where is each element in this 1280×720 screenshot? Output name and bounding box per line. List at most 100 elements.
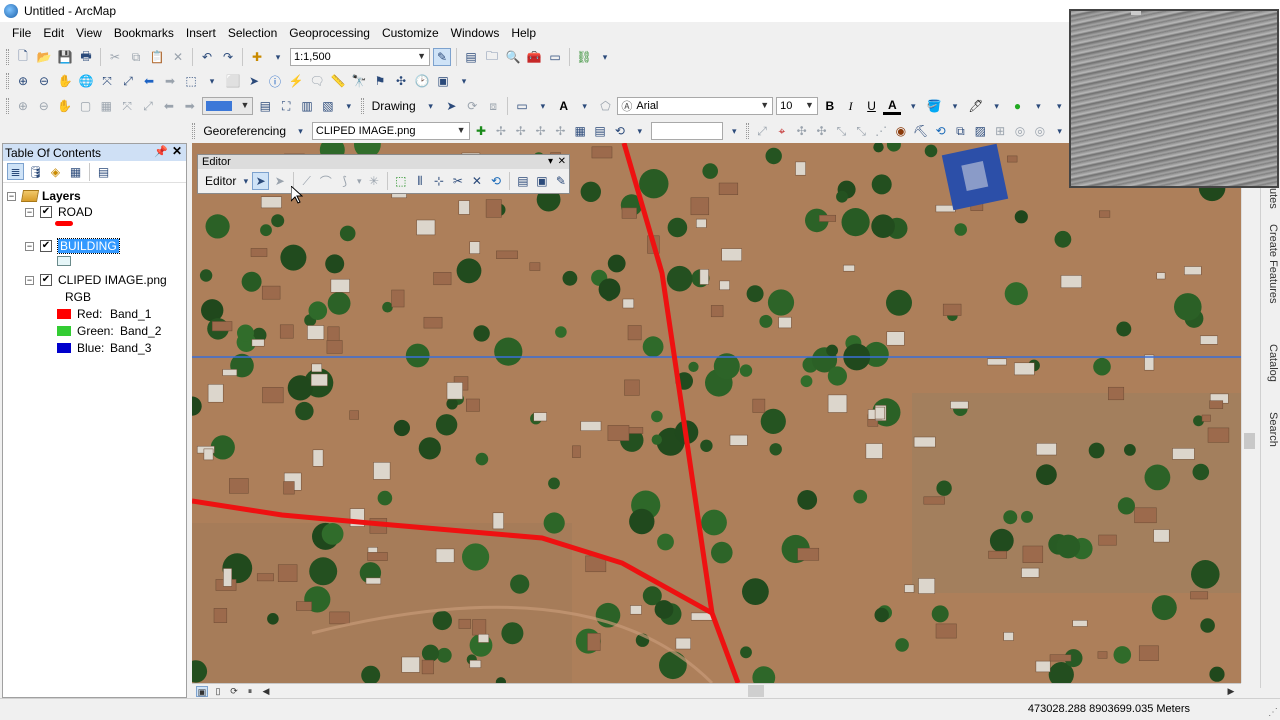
building-footprint[interactable] bbox=[401, 656, 420, 673]
building-footprint[interactable] bbox=[496, 250, 518, 259]
create-features-tab[interactable]: Create Features bbox=[1263, 224, 1279, 303]
building-footprint[interactable] bbox=[310, 373, 328, 387]
building-footprint[interactable] bbox=[478, 633, 490, 643]
band-row-green[interactable]: Green: Band_2 bbox=[57, 324, 161, 338]
road-symbol-row[interactable] bbox=[55, 221, 73, 226]
find-binoculars-icon[interactable]: 🔭 bbox=[350, 72, 368, 90]
cogo-area-icon[interactable]: ◎ bbox=[1031, 122, 1048, 140]
list-by-selection-icon[interactable]: ▦ bbox=[67, 163, 84, 180]
topology-rules-icon[interactable]: ⋰ bbox=[873, 122, 890, 140]
python-window-icon[interactable]: ▭ bbox=[546, 48, 564, 66]
toolbar-options-icon[interactable]: ▾ bbox=[1050, 97, 1068, 115]
building-footprint[interactable] bbox=[222, 369, 238, 376]
horizontal-scrollbar-thumb[interactable] bbox=[748, 685, 764, 697]
select-elements-icon[interactable]: ➤ bbox=[443, 97, 461, 115]
rectangle-dropdown-icon[interactable]: ▾ bbox=[534, 97, 552, 115]
trace-icon[interactable]: ⟆ bbox=[337, 172, 353, 190]
pin-icon[interactable]: 📌 bbox=[154, 145, 168, 158]
blue-band-swatch[interactable] bbox=[57, 343, 71, 353]
go-forward-arrow-icon[interactable]: ➡ bbox=[161, 72, 179, 90]
building-footprint[interactable] bbox=[624, 379, 640, 396]
collapse-icon[interactable]: − bbox=[25, 241, 34, 251]
building-footprint[interactable] bbox=[261, 285, 281, 300]
building-footprint[interactable] bbox=[886, 331, 905, 346]
layer-row-cliped-image[interactable]: − ✔ CLIPED IMAGE.png bbox=[25, 273, 167, 287]
arctoolbox-icon[interactable]: 🧰 bbox=[525, 48, 543, 66]
hyperlink-icon[interactable]: ⚡ bbox=[287, 72, 305, 90]
building-footprint[interactable] bbox=[203, 448, 214, 461]
scroll-right-icon[interactable]: ▶ bbox=[1225, 686, 1237, 697]
pan-hand-icon[interactable]: ✋ bbox=[56, 72, 74, 90]
band-row-red[interactable]: Red: Band_1 bbox=[57, 307, 151, 321]
modify-edge-icon[interactable]: ✣ bbox=[813, 122, 830, 140]
map-canvas[interactable] bbox=[192, 143, 1241, 683]
building-footprint[interactable] bbox=[250, 248, 268, 257]
toolbar-options-icon[interactable]: ▾ bbox=[726, 122, 743, 140]
building-footprint[interactable] bbox=[1200, 335, 1218, 345]
building-footprint[interactable] bbox=[211, 321, 233, 332]
building-footprint[interactable] bbox=[223, 568, 232, 587]
font-size-select[interactable]: 10 ▼ bbox=[776, 97, 818, 115]
building-footprint[interactable] bbox=[1098, 534, 1117, 546]
building-footprint[interactable] bbox=[987, 358, 1007, 366]
building-footprint[interactable] bbox=[696, 218, 707, 228]
georeferencing-value-input[interactable] bbox=[651, 122, 723, 140]
full-extent-globe-icon[interactable]: 🌐 bbox=[77, 72, 95, 90]
close-icon[interactable]: ✕ bbox=[558, 155, 566, 169]
building-footprint[interactable] bbox=[819, 214, 836, 222]
validate-topology-icon[interactable]: ◉ bbox=[892, 122, 909, 140]
building-footprint[interactable] bbox=[752, 398, 766, 413]
shift-georef-icon[interactable]: ✢ bbox=[512, 122, 529, 140]
building-footprint[interactable] bbox=[435, 548, 455, 563]
rotate-dropdown-icon[interactable]: ⟲ bbox=[611, 122, 628, 140]
building-footprint[interactable] bbox=[1035, 660, 1051, 673]
building-footprint[interactable] bbox=[1097, 651, 1108, 659]
building-footprint[interactable] bbox=[718, 182, 739, 195]
measure-icon[interactable]: 📏 bbox=[329, 72, 347, 90]
select-dropdown-icon[interactable]: ▾ bbox=[203, 72, 221, 90]
list-by-drawing-order-icon[interactable]: ≣ bbox=[7, 163, 24, 180]
georeferencing-layer-select[interactable]: CLIPED IMAGE.png ▼ bbox=[311, 122, 470, 140]
building-footprint[interactable] bbox=[421, 659, 434, 675]
layer-row-road[interactable]: − ✔ ROAD bbox=[25, 205, 93, 219]
collapse-icon[interactable]: − bbox=[7, 191, 16, 201]
font-name-select[interactable]: Ⓐ Arial ▼ bbox=[617, 97, 774, 115]
menu-windows[interactable]: Windows bbox=[445, 22, 506, 44]
building-footprint[interactable] bbox=[1060, 275, 1082, 289]
building-footprint[interactable] bbox=[675, 637, 691, 650]
building-footprint[interactable] bbox=[391, 289, 405, 308]
pause-drawing-icon[interactable]: ⏸ bbox=[244, 686, 256, 697]
building-footprint[interactable] bbox=[1207, 427, 1230, 443]
layer-visibility-checkbox[interactable]: ✔ bbox=[40, 240, 52, 252]
text-tool-icon[interactable]: A bbox=[555, 97, 573, 115]
search-window-icon[interactable]: 🔍 bbox=[504, 48, 522, 66]
align-edge-icon[interactable]: ⤡ bbox=[833, 122, 850, 140]
font-color-dropdown-icon[interactable]: ▾ bbox=[904, 97, 922, 115]
link-table-icon[interactable]: ▤ bbox=[592, 122, 609, 140]
view-link-table-icon[interactable]: ▦ bbox=[572, 122, 589, 140]
focus-data-frame-icon[interactable]: ⛶ bbox=[277, 97, 295, 115]
layout-zoom-out-icon[interactable]: ⊖ bbox=[35, 97, 53, 115]
underline-button[interactable]: U bbox=[863, 97, 881, 115]
scroll-left-icon[interactable]: ◀ bbox=[260, 686, 272, 697]
building-footprint[interactable] bbox=[533, 412, 547, 422]
building-footprint[interactable] bbox=[296, 601, 312, 611]
building-footprint[interactable] bbox=[942, 303, 962, 316]
building-footprint[interactable] bbox=[1072, 620, 1088, 627]
building-footprint[interactable] bbox=[349, 410, 359, 420]
table-of-contents-icon[interactable]: ▤ bbox=[462, 48, 480, 66]
collapse-icon[interactable]: − bbox=[25, 207, 34, 217]
building-footprint[interactable] bbox=[326, 340, 343, 354]
building-footprint[interactable] bbox=[630, 605, 642, 615]
menu-insert[interactable]: Insert bbox=[180, 22, 222, 44]
sketch-properties-icon[interactable]: ⟲ bbox=[488, 172, 504, 190]
rotate-options-icon[interactable]: ▾ bbox=[631, 122, 648, 140]
time-slider-icon[interactable]: 🕑 bbox=[413, 72, 431, 90]
data-view-icon[interactable]: ▣ bbox=[196, 685, 208, 697]
data-driven-pages-icon[interactable]: ▧ bbox=[319, 97, 337, 115]
print-icon[interactable]: 🖶 bbox=[77, 48, 95, 66]
building-footprint[interactable] bbox=[865, 443, 883, 459]
topology-options-icon[interactable]: ⊞ bbox=[992, 122, 1009, 140]
edit-annotation-icon[interactable]: ➤ bbox=[272, 172, 288, 190]
toolbar-grip[interactable] bbox=[6, 98, 9, 114]
